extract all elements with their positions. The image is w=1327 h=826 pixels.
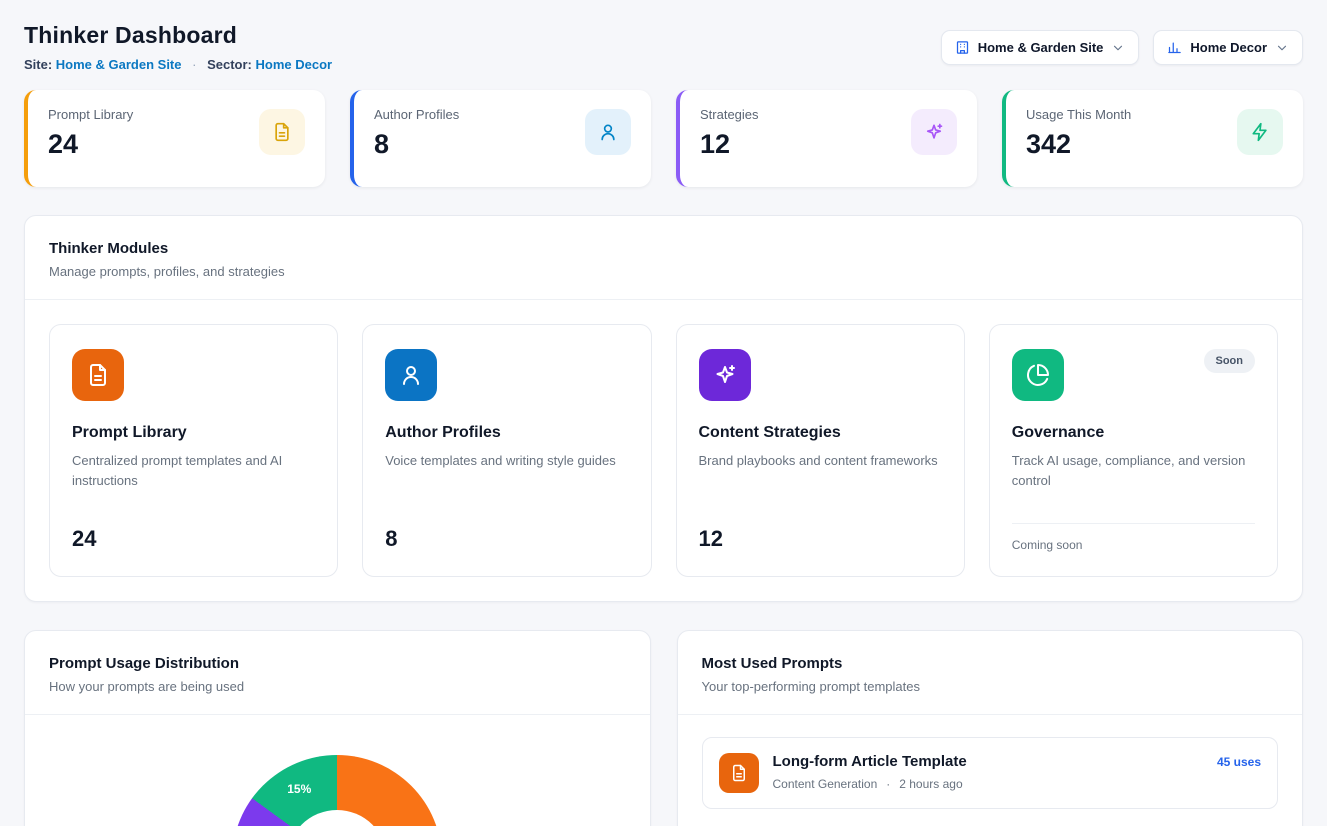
stat-value: 24 [48,129,133,160]
module-title: Governance [1012,424,1255,442]
sector-link[interactable]: Home Decor [256,57,333,72]
person-icon [585,109,631,155]
stat-text: Strategies 12 [700,107,759,160]
module-title: Content Strategies [699,424,942,442]
stats-row: Prompt Library 24 Author Profiles 8 Stra… [24,90,1303,187]
chevron-down-icon [1111,41,1125,55]
module-title: Prompt Library [72,424,315,442]
stat-value: 8 [374,129,459,160]
building-icon [955,40,970,55]
stat-text: Prompt Library 24 [48,107,133,160]
module-title: Author Profiles [385,424,628,442]
sector-selector-label: Home Decor [1190,40,1267,55]
site-link[interactable]: Home & Garden Site [56,57,182,72]
stat-text: Usage This Month 342 [1026,107,1131,160]
module-card-governance[interactable]: Soon Governance Track AI usage, complian… [989,324,1278,577]
module-top [699,349,942,401]
prompt-uses-badge: 45 uses [1217,755,1261,769]
breadcrumb: Site: Home & Garden Site · Sector: Home … [24,57,332,72]
stat-card-usage[interactable]: Usage This Month 342 [1002,90,1303,187]
stat-card-author-profiles[interactable]: Author Profiles 8 [350,90,651,187]
module-count: 24 [72,526,315,552]
site-selector-dropdown[interactable]: Home & Garden Site [941,30,1140,65]
document-icon [259,109,305,155]
prompt-usage-panel: Prompt Usage Distribution How your promp… [24,630,651,826]
module-top: Soon [1012,349,1255,401]
module-description: Track AI usage, compliance, and version … [1012,451,1255,491]
usage-donut-chart: 15% [232,755,442,826]
prompts-list: Long-form Article Template Content Gener… [678,715,1303,826]
modules-panel-header: Thinker Modules Manage prompts, profiles… [25,216,1302,300]
header: Thinker Dashboard Site: Home & Garden Si… [24,22,1303,72]
sparkle-icon [911,109,957,155]
module-count: 12 [699,526,942,552]
prompt-meta: Content Generation · 2 hours ago [773,777,1203,791]
stat-label: Prompt Library [48,107,133,122]
stat-card-strategies[interactable]: Strategies 12 [676,90,977,187]
site-label: Site: [24,57,52,72]
module-count: 8 [385,526,628,552]
module-description: Centralized prompt templates and AI inst… [72,451,315,491]
stat-value: 12 [700,129,759,160]
stat-label: Strategies [700,107,759,122]
stat-value: 342 [1026,129,1131,160]
header-selectors: Home & Garden Site Home Decor [941,30,1303,65]
sector-selector-dropdown[interactable]: Home Decor [1153,30,1303,65]
soon-badge: Soon [1204,349,1256,373]
prompt-info: Long-form Article Template Content Gener… [773,753,1203,791]
chevron-down-icon [1275,41,1289,55]
module-card-content-strategies[interactable]: Content Strategies Brand playbooks and c… [676,324,965,577]
page-title: Thinker Dashboard [24,22,332,49]
prompts-panel-header: Most Used Prompts Your top-performing pr… [678,631,1303,715]
thinker-modules-panel: Thinker Modules Manage prompts, profiles… [24,215,1303,602]
pie-chart-icon [1012,349,1064,401]
module-description: Voice templates and writing style guides [385,451,628,471]
usage-panel-subtitle: How your prompts are being used [49,679,626,694]
module-card-prompt-library[interactable]: Prompt Library Centralized prompt templa… [49,324,338,577]
coming-soon-text: Coming soon [1012,523,1255,552]
bottom-row: Prompt Usage Distribution How your promp… [24,630,1303,826]
prompt-time: 2 hours ago [899,777,962,791]
module-top [385,349,628,401]
lightning-icon [1237,109,1283,155]
stat-label: Author Profiles [374,107,459,122]
meta-dot: · [886,777,890,791]
module-card-author-profiles[interactable]: Author Profiles Voice templates and writ… [362,324,651,577]
prompts-panel-subtitle: Your top-performing prompt templates [702,679,1279,694]
modules-grid: Prompt Library Centralized prompt templa… [25,300,1302,601]
usage-chart-body: 15% [25,755,650,826]
modules-panel-title: Thinker Modules [49,240,1278,257]
prompt-list-item[interactable]: Long-form Article Template Content Gener… [702,737,1279,809]
stat-label: Usage This Month [1026,107,1131,122]
person-icon [385,349,437,401]
thinker-dashboard-page: Thinker Dashboard Site: Home & Garden Si… [0,0,1327,826]
module-top [72,349,315,401]
separator-dot: · [192,57,196,72]
donut-segment-label: 15% [287,782,311,796]
modules-panel-subtitle: Manage prompts, profiles, and strategies [49,264,1278,279]
title-block: Thinker Dashboard Site: Home & Garden Si… [24,22,332,72]
module-description: Brand playbooks and content frameworks [699,451,942,471]
bar-chart-icon [1167,40,1182,55]
site-selector-label: Home & Garden Site [978,40,1104,55]
document-icon [719,753,759,793]
prompt-title: Long-form Article Template [773,753,1203,770]
prompt-category: Content Generation [773,777,878,791]
most-used-prompts-panel: Most Used Prompts Your top-performing pr… [677,630,1304,826]
document-icon [72,349,124,401]
stat-text: Author Profiles 8 [374,107,459,160]
usage-panel-header: Prompt Usage Distribution How your promp… [25,631,650,715]
sparkle-icon [699,349,751,401]
stat-card-prompt-library[interactable]: Prompt Library 24 [24,90,325,187]
prompts-panel-title: Most Used Prompts [702,655,1279,672]
sector-label: Sector: [207,57,252,72]
usage-panel-title: Prompt Usage Distribution [49,655,626,672]
